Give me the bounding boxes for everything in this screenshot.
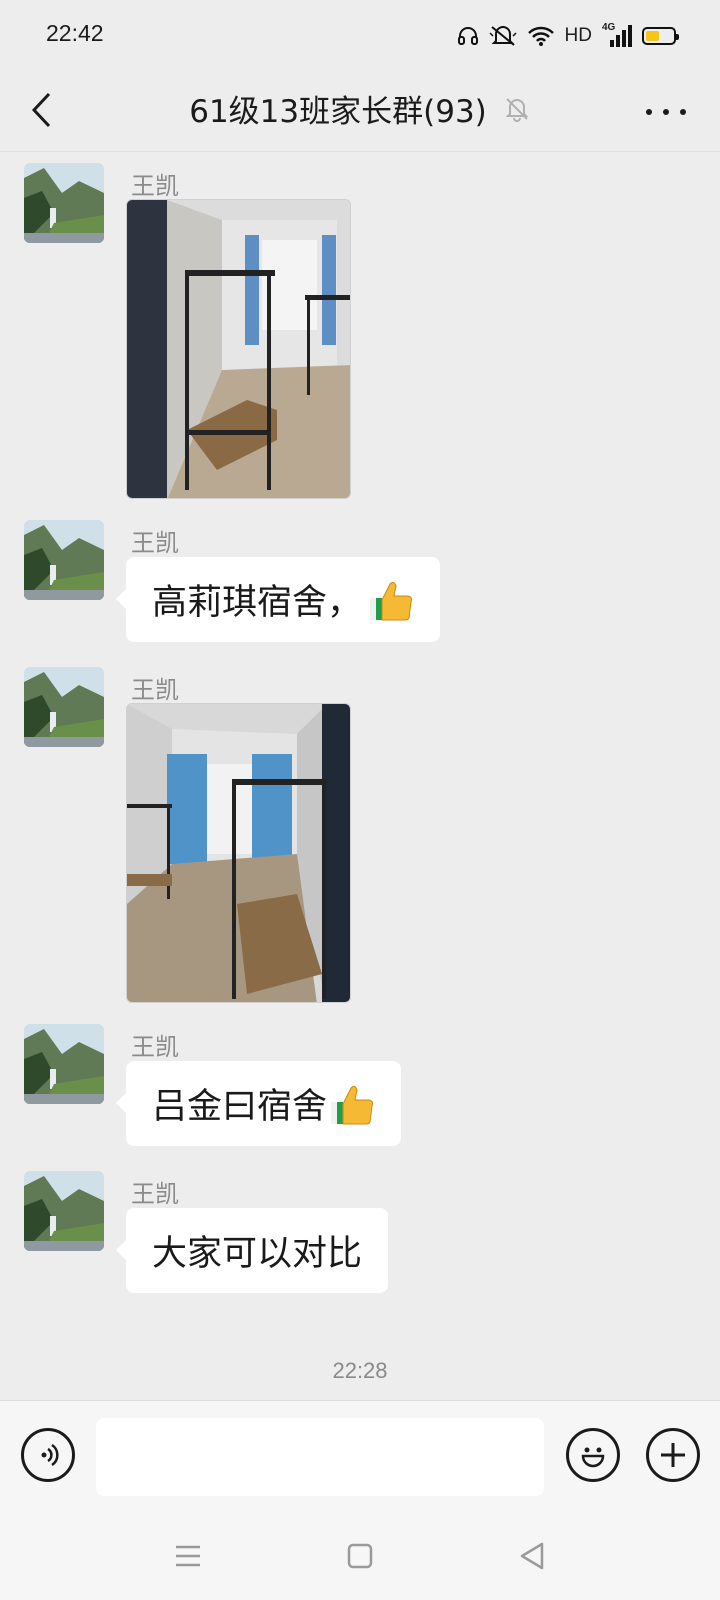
sender-name: 王凯 [131, 529, 179, 557]
thumbs-up-icon [331, 1085, 374, 1124]
avatar[interactable] [24, 1024, 104, 1104]
sender-name: 王凯 [131, 172, 179, 200]
chat-title-wrap: 61级13班家长群(93) [0, 86, 720, 131]
thumbs-up-icon [370, 581, 413, 620]
voice-button[interactable] [21, 1428, 75, 1482]
chat-header: 61级13班家长群(93) [0, 70, 720, 152]
message-bubble[interactable]: 高莉琪宿舍， [115, 557, 441, 642]
home-square-icon [347, 1543, 373, 1569]
message-text: 吕金曰宿舍 [152, 1087, 328, 1127]
menu-icon [176, 1545, 200, 1567]
sender-name: 王凯 [131, 1033, 179, 1061]
wifi-icon [527, 26, 554, 46]
time-separator: 22:28 [332, 1358, 388, 1383]
hd-label: HD [564, 25, 592, 46]
more-options-button[interactable] [646, 98, 686, 126]
message-bubble[interactable]: 大家可以对比 [115, 1208, 389, 1293]
input-bar [0, 1400, 720, 1510]
message-bubble[interactable]: 吕金曰宿舍 [115, 1061, 402, 1146]
back-triangle-icon [520, 1542, 544, 1570]
more-dot [663, 109, 669, 115]
message-text: 高莉琪宿舍， [152, 583, 363, 623]
chat-messages[interactable]: 王凯 王凯 高莉琪宿舍， 王凯 王凯 吕金曰宿舍 王凯 大家可以对比 22:28 [0, 152, 720, 1400]
avatar[interactable] [24, 520, 104, 600]
dorm-photo-1[interactable] [126, 199, 351, 499]
status-time: 22:42 [46, 20, 104, 46]
status-icons: HD 4G [457, 20, 679, 52]
system-back-button[interactable] [514, 1538, 550, 1574]
sender-name: 王凯 [131, 676, 179, 704]
more-dot [680, 109, 686, 115]
plus-icon [661, 1443, 685, 1467]
system-nav-bar [0, 1510, 720, 1600]
avatar[interactable] [24, 163, 104, 243]
voice-icon [41, 1443, 59, 1467]
avatar[interactable] [24, 667, 104, 747]
status-bar: 22:42 HD 4G [0, 0, 720, 70]
sender-name: 王凯 [131, 1180, 179, 1208]
chat-title: 61级13班家长群(93) [189, 94, 487, 130]
recent-apps-button[interactable] [170, 1538, 206, 1574]
message-input[interactable] [96, 1418, 544, 1496]
mute-icon [489, 26, 517, 46]
headset-icon [457, 27, 478, 45]
message-text: 大家可以对比 [152, 1234, 363, 1274]
avatar[interactable] [24, 1171, 104, 1251]
dorm-photo-2[interactable] [126, 703, 351, 1003]
bell-off-icon [505, 97, 529, 122]
signal-icon: 4G [602, 22, 632, 48]
more-functions-button[interactable] [646, 1428, 700, 1482]
smiley-icon [581, 1447, 605, 1468]
more-dots-icon [646, 109, 652, 115]
home-button[interactable] [342, 1538, 378, 1574]
emoji-button[interactable] [566, 1428, 620, 1482]
battery-fill [646, 31, 659, 41]
battery-icon [642, 27, 679, 45]
